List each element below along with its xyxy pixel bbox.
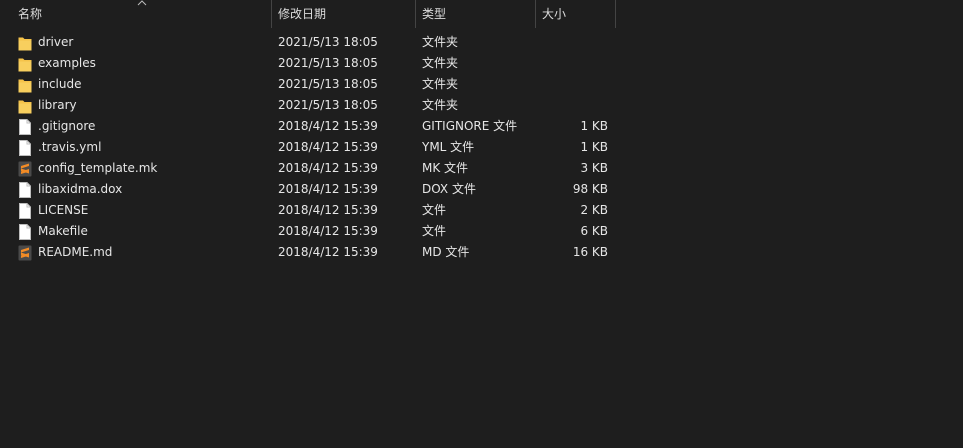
file-size	[540, 53, 608, 74]
folder-icon	[18, 37, 32, 51]
column-header-date[interactable]: 修改日期	[271, 0, 415, 28]
file-name: library	[38, 98, 77, 112]
file-date: 2018/4/12 15:39	[278, 140, 378, 154]
file-date: 2021/5/13 18:05	[278, 35, 378, 49]
column-header-date-label: 修改日期	[278, 7, 327, 21]
file-name: config_template.mk	[38, 161, 158, 175]
file-name: README.md	[38, 245, 113, 259]
file-type: 文件夹	[422, 56, 459, 70]
file-icon	[19, 140, 31, 156]
file-type: MD 文件	[422, 245, 470, 259]
column-header-bar: 名称 修改日期 类型 大小	[0, 0, 963, 28]
file-row[interactable]: Makefile 2018/4/12 15:39 文件 6 KB	[0, 221, 963, 242]
file-size: 1 KB	[580, 119, 608, 133]
file-date: 2018/4/12 15:39	[278, 203, 378, 217]
file-row[interactable]: config_template.mk 2018/4/12 15:39 MK 文件…	[0, 158, 963, 179]
file-type: 文件夹	[422, 35, 459, 49]
file-name: LICENSE	[38, 203, 89, 217]
file-icon	[19, 203, 31, 219]
column-header-size-label: 大小	[542, 7, 567, 21]
file-type: DOX 文件	[422, 182, 476, 196]
folder-icon	[18, 79, 32, 93]
file-row[interactable]: driver 2021/5/13 18:05 文件夹	[0, 32, 963, 53]
file-size: 2 KB	[580, 203, 608, 217]
file-icon	[19, 182, 31, 198]
file-date: 2018/4/12 15:39	[278, 182, 378, 196]
file-date: 2018/4/12 15:39	[278, 224, 378, 238]
file-date: 2021/5/13 18:05	[278, 77, 378, 91]
file-type: GITIGNORE 文件	[422, 119, 518, 133]
file-type: YML 文件	[422, 140, 475, 154]
file-row[interactable]: include 2021/5/13 18:05 文件夹	[0, 74, 963, 95]
file-row[interactable]: .gitignore 2018/4/12 15:39 GITIGNORE 文件 …	[0, 116, 963, 137]
file-type: 文件	[422, 224, 447, 238]
file-name: .travis.yml	[38, 140, 102, 154]
file-size	[540, 74, 608, 95]
file-type: MK 文件	[422, 161, 469, 175]
file-size: 1 KB	[580, 140, 608, 154]
file-list: driver 2021/5/13 18:05 文件夹 examples 2021…	[0, 32, 963, 263]
file-date: 2018/4/12 15:39	[278, 245, 378, 259]
column-header-type-label: 类型	[422, 7, 447, 21]
sublime-text-icon	[18, 245, 32, 261]
file-icon	[19, 224, 31, 240]
file-name: examples	[38, 56, 96, 70]
column-header-size[interactable]: 大小	[535, 0, 616, 28]
file-size: 98 KB	[572, 182, 608, 196]
file-row[interactable]: LICENSE 2018/4/12 15:39 文件 2 KB	[0, 200, 963, 221]
file-type: 文件夹	[422, 77, 459, 91]
sublime-text-icon	[18, 161, 32, 177]
file-row[interactable]: examples 2021/5/13 18:05 文件夹	[0, 53, 963, 74]
file-name: .gitignore	[38, 119, 96, 133]
file-size	[540, 32, 608, 53]
column-header-name-label: 名称	[18, 7, 43, 21]
file-size: 16 KB	[572, 245, 608, 259]
file-name: Makefile	[38, 224, 88, 238]
folder-icon	[18, 100, 32, 114]
sort-ascending-icon	[137, 0, 147, 6]
file-row[interactable]: README.md 2018/4/12 15:39 MD 文件 16 KB	[0, 242, 963, 263]
file-row[interactable]: .travis.yml 2018/4/12 15:39 YML 文件 1 KB	[0, 137, 963, 158]
file-icon	[19, 119, 31, 135]
file-type: 文件夹	[422, 98, 459, 112]
folder-icon	[18, 58, 32, 72]
file-name: include	[38, 77, 82, 91]
file-size: 3 KB	[580, 161, 608, 175]
file-date: 2018/4/12 15:39	[278, 119, 378, 133]
file-date: 2018/4/12 15:39	[278, 161, 378, 175]
file-size	[540, 95, 608, 116]
file-date: 2021/5/13 18:05	[278, 56, 378, 70]
file-size: 6 KB	[580, 224, 608, 238]
file-date: 2021/5/13 18:05	[278, 98, 378, 112]
file-name: libaxidma.dox	[38, 182, 123, 196]
file-type: 文件	[422, 203, 447, 217]
file-row[interactable]: library 2021/5/13 18:05 文件夹	[0, 95, 963, 116]
file-row[interactable]: libaxidma.dox 2018/4/12 15:39 DOX 文件 98 …	[0, 179, 963, 200]
column-header-type[interactable]: 类型	[415, 0, 535, 28]
file-name: driver	[38, 35, 74, 49]
